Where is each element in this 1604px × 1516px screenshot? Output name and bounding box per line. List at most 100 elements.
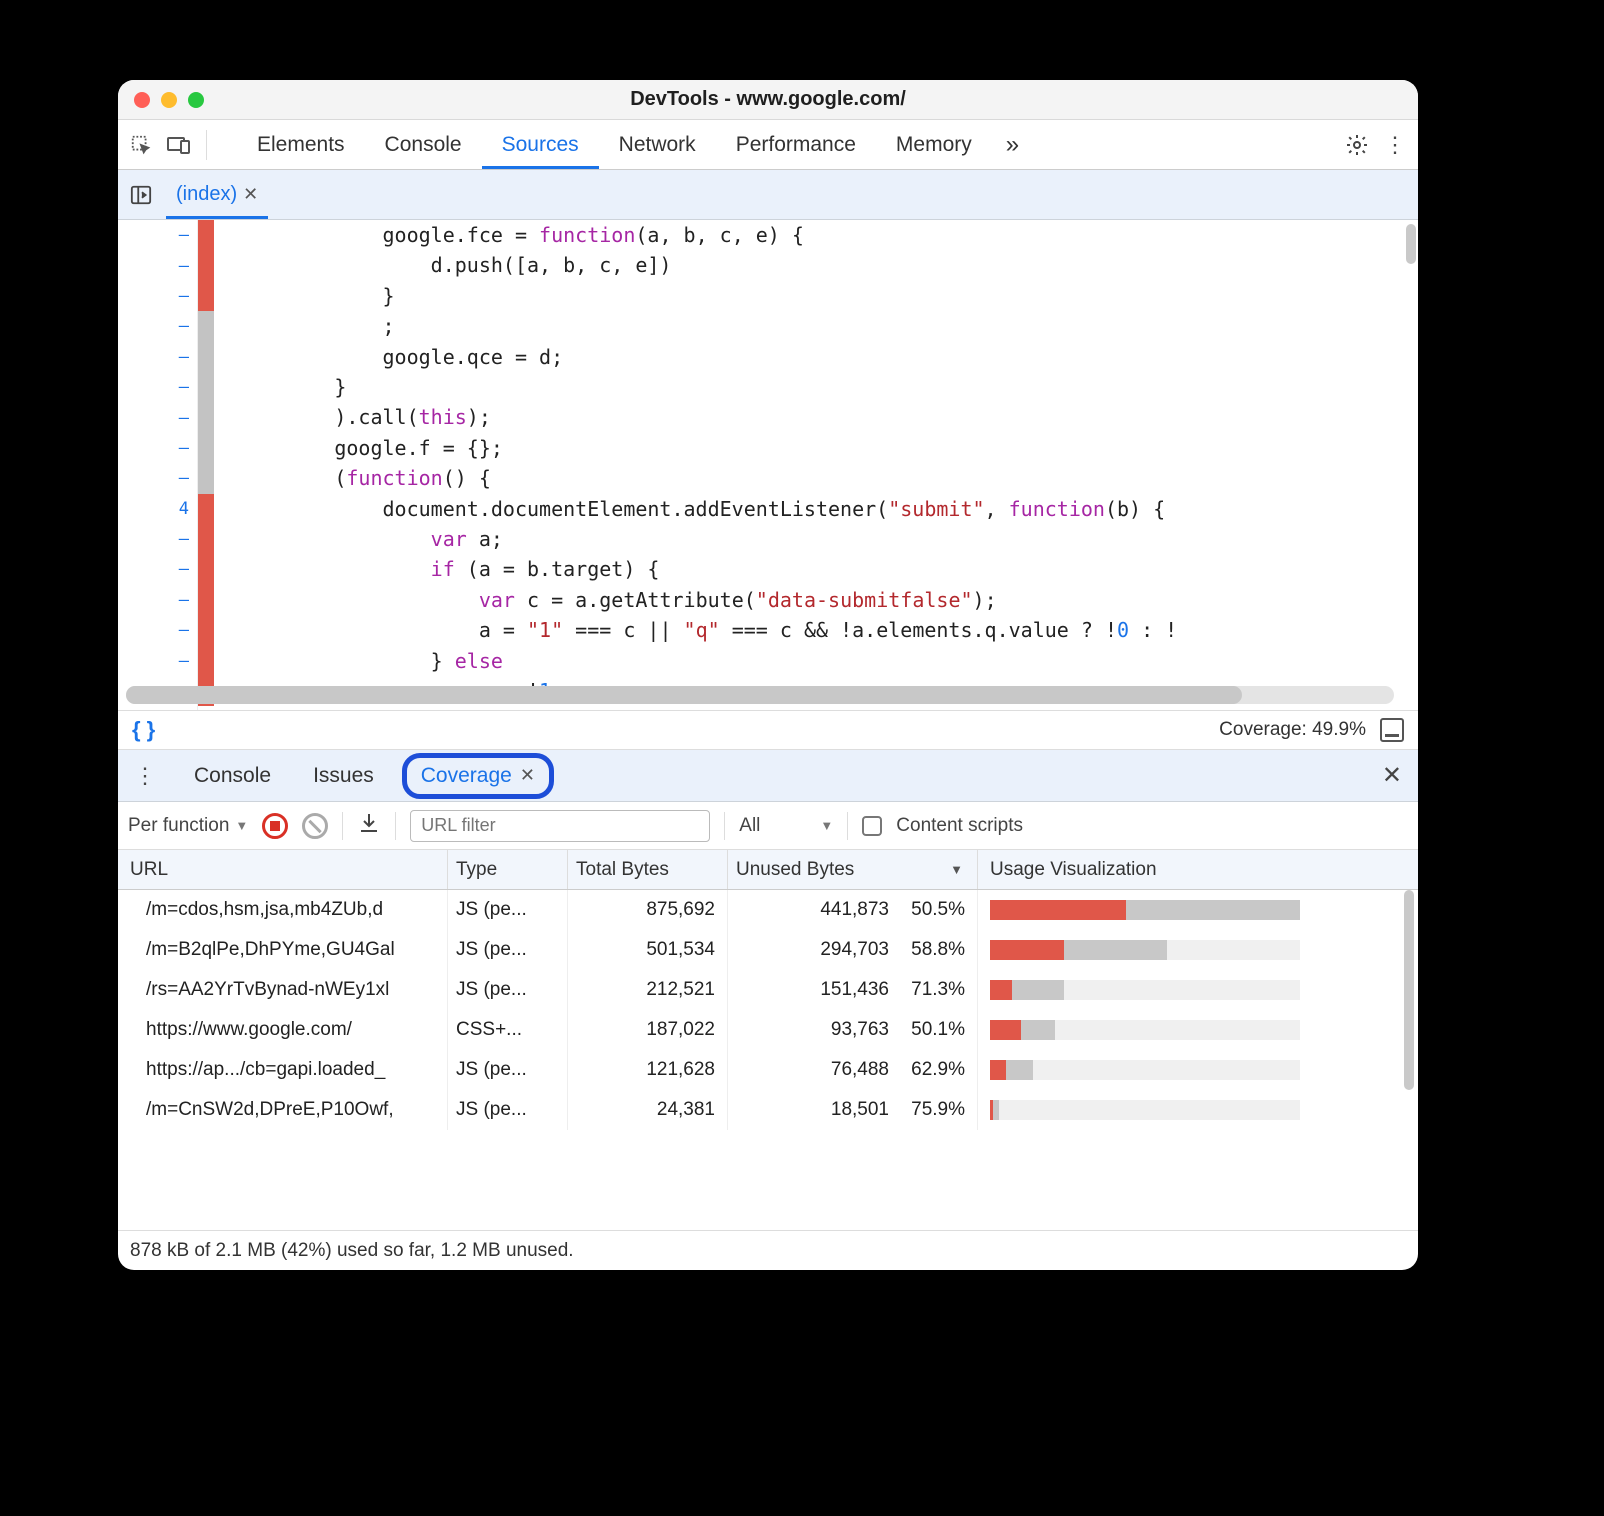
cell-viz (978, 890, 1418, 930)
main-tab-memory[interactable]: Memory (876, 120, 992, 169)
url-filter-input[interactable] (410, 810, 710, 842)
cell-unused: 18,50175.9% (728, 1090, 978, 1130)
close-icon[interactable]: ✕ (520, 765, 535, 786)
gutter-line: 4 (118, 494, 197, 524)
cell-url: https://www.google.com/ (118, 1010, 448, 1050)
drawer-tab-console[interactable]: Console (180, 758, 285, 794)
cell-viz (978, 970, 1418, 1010)
coverage-mark (198, 494, 214, 707)
table-scrollbar[interactable] (1404, 890, 1414, 1090)
gutter-line: – (118, 554, 197, 584)
coverage-mark (198, 220, 214, 311)
cell-url: /m=CnSW2d,DPreE,P10Owf, (118, 1090, 448, 1130)
file-tab-index[interactable]: (index) ✕ (166, 170, 268, 219)
gutter-line: – (118, 220, 197, 250)
main-tab-sources[interactable]: Sources (482, 120, 599, 169)
cell-unused: 441,87350.5% (728, 890, 978, 930)
gutter-line: – (118, 250, 197, 280)
device-toggle-icon[interactable] (162, 128, 196, 162)
cell-type: JS (pe... (448, 1050, 568, 1090)
main-tab-elements[interactable]: Elements (237, 120, 365, 169)
col-usage-viz[interactable]: Usage Visualization (978, 850, 1418, 889)
cell-total: 187,022 (568, 1010, 728, 1050)
table-header[interactable]: URL Type Total Bytes Unused Bytes ▼ Usag… (118, 850, 1418, 890)
window-minimize-button[interactable] (161, 92, 177, 108)
main-toolbar: ElementsConsoleSourcesNetworkPerformance… (118, 120, 1418, 170)
tabs-overflow-button[interactable]: » (996, 120, 1029, 169)
cell-viz (978, 1010, 1418, 1050)
source-status-bar: { } Coverage: 49.9% (118, 710, 1418, 750)
cell-type: JS (pe... (448, 1090, 568, 1130)
drawer-menu-icon[interactable]: ⋮ (128, 763, 162, 789)
cell-unused: 151,43671.3% (728, 970, 978, 1010)
horizontal-scrollbar[interactable] (126, 686, 1394, 704)
granularity-select[interactable]: Per function ▼ (128, 815, 248, 837)
gutter-line: – (118, 372, 197, 402)
cell-unused: 93,76350.1% (728, 1010, 978, 1050)
drawer-tab-coverage[interactable]: Coverage✕ (402, 753, 554, 799)
cell-type: JS (pe... (448, 930, 568, 970)
granularity-label: Per function (128, 815, 229, 837)
cell-type: JS (pe... (448, 970, 568, 1010)
type-filter-label: All (739, 815, 760, 837)
col-unused-bytes[interactable]: Unused Bytes ▼ (728, 850, 978, 889)
gutter-line: – (118, 311, 197, 341)
cell-unused: 76,48862.9% (728, 1050, 978, 1090)
record-button[interactable] (262, 813, 288, 839)
table-row[interactable]: /m=CnSW2d,DPreE,P10Owf,JS (pe...24,38118… (118, 1090, 1418, 1130)
table-row[interactable]: https://www.google.com/CSS+...187,02293,… (118, 1010, 1418, 1050)
drawer-close-icon[interactable]: ✕ (1376, 761, 1408, 790)
content-scripts-checkbox[interactable] (862, 816, 882, 836)
pretty-print-icon[interactable]: { } (132, 717, 155, 743)
source-editor[interactable]: –––––––––4–––––– google.fce = function(a… (118, 220, 1418, 710)
gutter-line: – (118, 433, 197, 463)
coverage-summary-label: Coverage: 49.9% (1219, 719, 1366, 741)
cell-total: 212,521 (568, 970, 728, 1010)
drawer-tabs-bar: ⋮ Console Issues Coverage✕ ✕ (118, 750, 1418, 802)
settings-gear-icon[interactable] (1340, 128, 1374, 162)
cell-url: https://ap.../cb=gapi.loaded_ (118, 1050, 448, 1090)
table-row[interactable]: /m=cdos,hsm,jsa,mb4ZUb,dJS (pe...875,692… (118, 890, 1418, 930)
export-icon[interactable] (357, 811, 381, 841)
cell-viz (978, 930, 1418, 970)
table-row[interactable]: /m=B2qlPe,DhPYme,GU4GalJS (pe...501,5342… (118, 930, 1418, 970)
main-tab-console[interactable]: Console (365, 120, 482, 169)
coverage-toolbar: Per function ▼ All ▼ Content scripts (118, 802, 1418, 850)
titlebar: DevTools - www.google.com/ (118, 80, 1418, 120)
cell-url: /m=cdos,hsm,jsa,mb4ZUb,d (118, 890, 448, 930)
cell-viz (978, 1090, 1418, 1130)
main-tab-performance[interactable]: Performance (716, 120, 876, 169)
code-content[interactable]: google.fce = function(a, b, c, e) { d.pu… (238, 220, 1406, 707)
cell-total: 875,692 (568, 890, 728, 930)
vertical-scrollbar[interactable] (1406, 224, 1416, 264)
cell-viz (978, 1050, 1418, 1090)
type-filter-select[interactable]: All ▼ (739, 815, 833, 837)
col-type[interactable]: Type (448, 850, 568, 889)
main-tab-network[interactable]: Network (599, 120, 716, 169)
kebab-menu-icon[interactable]: ⋮ (1378, 128, 1412, 162)
window-zoom-button[interactable] (188, 92, 204, 108)
close-icon[interactable]: ✕ (243, 184, 258, 205)
table-row[interactable]: /rs=AA2YrTvBynad-nWEy1xlJS (pe...212,521… (118, 970, 1418, 1010)
cell-total: 24,381 (568, 1090, 728, 1130)
dock-side-icon[interactable] (1380, 718, 1404, 742)
line-gutter: –––––––––4–––––– (118, 220, 198, 710)
coverage-table: URL Type Total Bytes Unused Bytes ▼ Usag… (118, 850, 1418, 1230)
gutter-line: – (118, 585, 197, 615)
navigator-toggle-icon[interactable] (124, 178, 158, 212)
clear-button[interactable] (302, 813, 328, 839)
inspect-element-icon[interactable] (124, 128, 158, 162)
gutter-line: – (118, 342, 197, 372)
chevron-down-icon: ▼ (235, 818, 248, 833)
gutter-line: – (118, 281, 197, 311)
drawer-tab-issues[interactable]: Issues (299, 758, 388, 794)
cell-type: CSS+... (448, 1010, 568, 1050)
col-url[interactable]: URL (118, 850, 448, 889)
window-close-button[interactable] (134, 92, 150, 108)
coverage-gutter (198, 220, 238, 710)
cell-type: JS (pe... (448, 890, 568, 930)
col-total-bytes[interactable]: Total Bytes (568, 850, 728, 889)
table-row[interactable]: https://ap.../cb=gapi.loaded_JS (pe...12… (118, 1050, 1418, 1090)
cell-unused: 294,70358.8% (728, 930, 978, 970)
window-title: DevTools - www.google.com/ (118, 88, 1418, 111)
